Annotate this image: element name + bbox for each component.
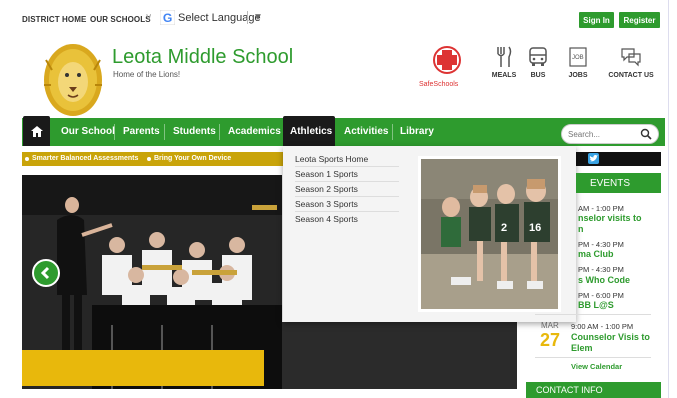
- contact-icon: [621, 48, 641, 67]
- event-time: AM - 1:00 PM: [578, 204, 624, 213]
- jobs-label: JOBS: [568, 72, 588, 79]
- nav-library[interactable]: Library: [400, 126, 434, 137]
- event-divider: [535, 357, 651, 358]
- register-button[interactable]: Register: [619, 12, 660, 28]
- chevron-left-icon: [40, 266, 50, 280]
- our-schools-link[interactable]: OUR SCHOOLS: [90, 15, 151, 24]
- nav-parents[interactable]: Parents: [123, 126, 160, 137]
- events-heading-text: EVENTS: [590, 177, 631, 189]
- svg-text:2: 2: [501, 222, 507, 234]
- page-edge: [668, 0, 669, 398]
- home-button[interactable]: [23, 116, 50, 146]
- contact-info-text: CONTACT INFO: [536, 385, 603, 395]
- search-icon[interactable]: [640, 128, 652, 140]
- bullet: [25, 157, 29, 161]
- search-box: [561, 124, 659, 144]
- bus-icon: [529, 47, 547, 66]
- select-language[interactable]: Select Language: [178, 12, 261, 24]
- nav-separator: [114, 124, 115, 140]
- event-title[interactable]: nselor visits to: [578, 213, 642, 224]
- contact-us-label: CONTACT US: [608, 72, 654, 79]
- athletics-photo: 2 16: [418, 156, 561, 312]
- athletics-dropdown-menu: Leota Sports Home Season 1 Sports Season…: [283, 146, 576, 322]
- school-tagline: Home of the Lions!: [113, 70, 181, 79]
- nav-our-school[interactable]: Our School: [61, 126, 115, 137]
- event-title[interactable]: ma Club: [578, 249, 614, 260]
- district-home-link[interactable]: DISTRICT HOME: [22, 15, 86, 24]
- jobs-link[interactable]: JOB JOBS: [558, 46, 598, 79]
- event-title[interactable]: Elem: [571, 343, 593, 354]
- event-day: 27: [540, 330, 561, 350]
- nav-separator: [392, 124, 393, 140]
- twitter-icon[interactable]: [588, 153, 599, 164]
- event-divider: [535, 314, 651, 315]
- dropdown-item-sports-home[interactable]: Leota Sports Home: [295, 152, 399, 167]
- nav-separator: [164, 124, 165, 140]
- bus-link[interactable]: BUS: [518, 46, 558, 79]
- previous-slide-button[interactable]: [32, 259, 60, 287]
- event-title[interactable]: s Who Code: [578, 275, 630, 286]
- language-dropdown-icon[interactable]: ▼: [253, 12, 263, 23]
- meals-icon: [497, 46, 512, 67]
- event-title[interactable]: BB L@S: [578, 300, 614, 311]
- event-title[interactable]: Counselor Visis to: [571, 332, 650, 343]
- jobs-icon: JOB: [569, 47, 587, 67]
- events-heading[interactable]: EVENTS: [576, 173, 661, 193]
- svg-text:G: G: [163, 11, 172, 25]
- school-name[interactable]: Leota Middle School: [112, 46, 293, 69]
- dropdown-item-season-3[interactable]: Season 3 Sports: [295, 197, 399, 212]
- search-input[interactable]: [568, 128, 638, 141]
- lion-logo[interactable]: [42, 40, 104, 118]
- event-title[interactable]: n: [578, 224, 584, 235]
- dropdown-item-season-4[interactable]: Season 4 Sports: [295, 212, 399, 227]
- nav-students[interactable]: Students: [173, 126, 216, 137]
- home-icon: [30, 125, 43, 137]
- language-divider: [247, 11, 248, 24]
- nav-athletics[interactable]: Athletics: [290, 126, 332, 137]
- nav-activities[interactable]: Activities: [344, 126, 388, 137]
- event-month: MAR: [541, 321, 559, 330]
- bus-label: BUS: [530, 72, 546, 79]
- hero-slideshow-continued: [282, 322, 517, 389]
- announcement-link[interactable]: Bring Your Own Device: [154, 155, 231, 162]
- bullet: [147, 157, 151, 161]
- svg-text:JOB: JOB: [572, 55, 584, 61]
- top-utility-bar: DISTRICT HOME OUR SCHOOLS ∨ G Select Lan…: [0, 0, 677, 40]
- svg-text:16: 16: [529, 222, 541, 234]
- contact-info-heading[interactable]: CONTACT INFO: [526, 382, 661, 398]
- slide-caption-band: [22, 350, 264, 386]
- event-time: PM - 4:30 PM: [578, 240, 624, 249]
- dropdown-item-season-1[interactable]: Season 1 Sports: [295, 167, 399, 182]
- nav-academics[interactable]: Academics: [228, 126, 281, 137]
- event-time: PM - 6:00 PM: [578, 291, 624, 300]
- google-translate-icon: G: [160, 10, 175, 25]
- dropdown-item-season-2[interactable]: Season 2 Sports: [295, 182, 399, 197]
- safeschools-logo[interactable]: SafeSchools: [417, 42, 477, 90]
- event-time: 9:00 AM - 1:00 PM: [571, 322, 634, 331]
- contact-us-link[interactable]: CONTACT US: [608, 46, 654, 79]
- announcement-link[interactable]: Smarter Balanced Assessments: [32, 155, 138, 162]
- event-time: PM - 4:30 PM: [578, 265, 624, 274]
- nav-separator: [219, 124, 220, 140]
- sign-in-button[interactable]: Sign In: [579, 12, 614, 28]
- chevron-down-icon[interactable]: ∨: [145, 12, 152, 23]
- safeschools-label: SafeSchools: [419, 81, 459, 88]
- view-calendar-link[interactable]: View Calendar: [571, 362, 622, 371]
